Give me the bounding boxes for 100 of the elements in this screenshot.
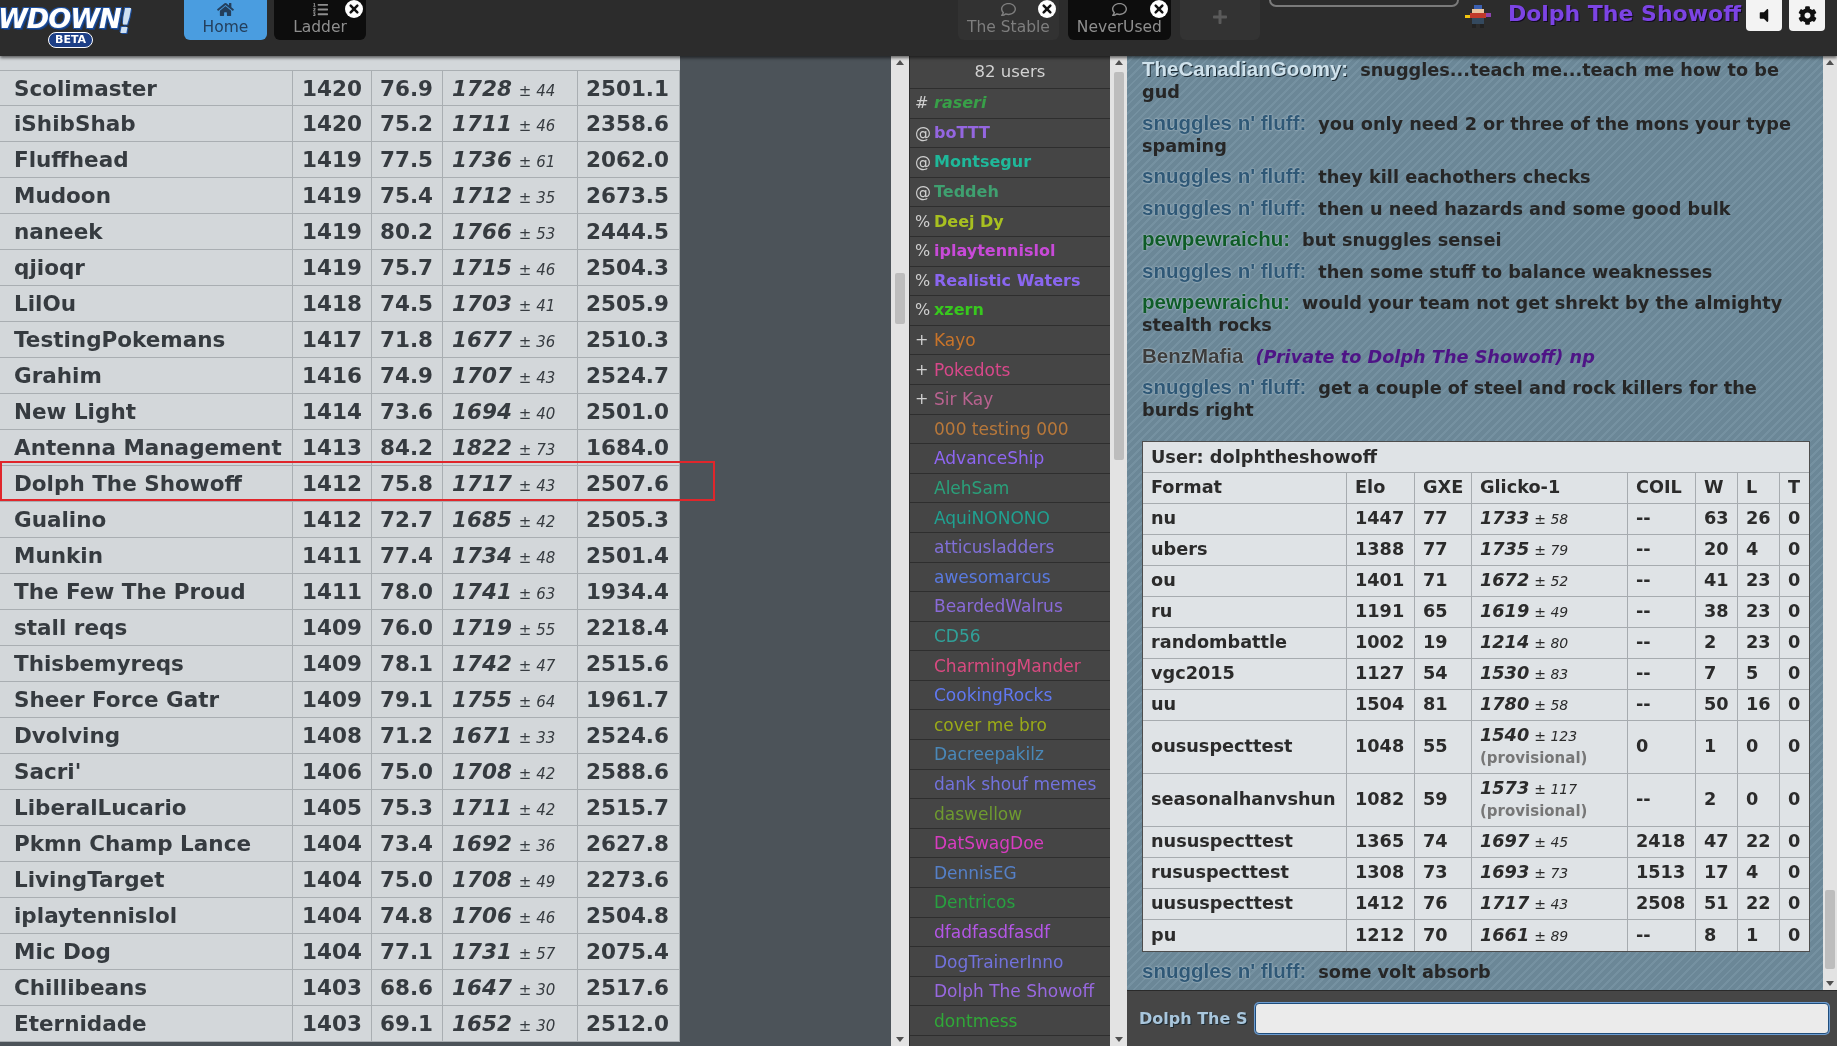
- player-name-cell[interactable]: LilOu: [0, 286, 293, 321]
- player-name-cell[interactable]: LiberalLucario: [0, 790, 293, 825]
- player-name-cell[interactable]: Chillibeans: [0, 970, 293, 1005]
- user-name[interactable]: Kayo: [934, 329, 976, 352]
- player-name-cell[interactable]: iplaytennislol: [0, 898, 293, 933]
- player-name-cell[interactable]: Fluffhead: [0, 142, 293, 177]
- close-icon[interactable]: [1149, 0, 1168, 18]
- player-name-cell[interactable]: naneek: [0, 214, 293, 249]
- logo-wordmark[interactable]: WDOWN: [0, 6, 121, 32]
- player-name-cell[interactable]: Antenna Management: [0, 430, 293, 465]
- scrollbar-thumb[interactable]: [1825, 890, 1835, 969]
- sound-button[interactable]: [1746, 0, 1782, 31]
- chat-username[interactable]: snuggles n' fluff:: [1142, 258, 1307, 282]
- arrow-up-icon[interactable]: [1826, 60, 1834, 65]
- arrow-up-icon[interactable]: [1114, 60, 1123, 65]
- user-name[interactable]: cover me bro: [934, 713, 1047, 736]
- player-name-cell[interactable]: iShibShab: [0, 106, 293, 141]
- table-cell: 1684.0: [578, 430, 680, 465]
- user-name[interactable]: daswellow: [934, 802, 1023, 825]
- user-name[interactable]: BeardedWalrus: [934, 595, 1063, 618]
- player-name-cell[interactable]: New Light: [0, 394, 293, 429]
- chat-username[interactable]: BenzMafia: [1142, 343, 1244, 367]
- player-name-cell[interactable]: Dvolving: [0, 718, 293, 753]
- player-name-cell[interactable]: Sheer Force Gatr: [0, 682, 293, 717]
- close-icon[interactable]: [1037, 0, 1056, 18]
- chat-username[interactable]: snuggles n' fluff:: [1142, 195, 1307, 219]
- room-tab[interactable]: Ladder: [274, 0, 366, 40]
- table-cell: 1412: [293, 502, 372, 537]
- room-tab[interactable]: The Stable: [958, 0, 1059, 40]
- user-name[interactable]: Deej Dy: [934, 210, 1004, 233]
- arrow-down-icon[interactable]: [1114, 1037, 1123, 1042]
- table-cell: 1191: [1347, 596, 1415, 628]
- player-name-cell[interactable]: Grahim: [0, 358, 293, 393]
- settings-button[interactable]: [1789, 0, 1825, 31]
- close-icon[interactable]: [345, 0, 363, 18]
- scrollbar-thumb[interactable]: [895, 273, 905, 324]
- current-username[interactable]: Dolph The Showoff: [1507, 0, 1741, 28]
- chat-username[interactable]: pewpewraichu:: [1142, 227, 1291, 250]
- scrollbar[interactable]: [1110, 56, 1127, 1046]
- user-name[interactable]: AlehSam: [934, 477, 1010, 499]
- chat-username[interactable]: snuggles n' fluff:: [1142, 959, 1307, 982]
- user-name[interactable]: CD56: [934, 625, 981, 647]
- user-name[interactable]: Montsegur: [934, 151, 1032, 174]
- user-name[interactable]: DogTrainerInno: [934, 950, 1064, 973]
- user-name[interactable]: CookingRocks: [934, 684, 1053, 707]
- chat-username[interactable]: snuggles n' fluff:: [1142, 375, 1307, 398]
- scrollbar-thumb[interactable]: [1113, 72, 1124, 460]
- user-name[interactable]: Dolph The Showoff: [934, 980, 1095, 1003]
- chat-username[interactable]: TheCanadianGoomy:: [1142, 57, 1349, 80]
- user-name[interactable]: DatSwagDoe: [934, 832, 1045, 855]
- user-name[interactable]: iplaytennislol: [934, 240, 1056, 263]
- player-name-cell[interactable]: Munkin: [0, 538, 293, 573]
- table-cell: 2524.6: [578, 718, 680, 753]
- player-name-cell[interactable]: Mic Dog: [0, 934, 293, 969]
- player-name-cell[interactable]: stall reqs: [0, 610, 293, 645]
- chat-username[interactable]: snuggles n' fluff:: [1142, 164, 1307, 187]
- user-name[interactable]: boTTT: [934, 121, 990, 144]
- room-tab[interactable]: NeverUsed: [1067, 0, 1171, 40]
- scrollbar[interactable]: [891, 56, 909, 1046]
- user-name[interactable]: dontmess: [934, 1009, 1018, 1032]
- player-name-cell[interactable]: TestingPokemans: [0, 322, 293, 357]
- player-name-cell[interactable]: LivingTarget: [0, 862, 293, 897]
- table-cell: --: [1628, 773, 1696, 827]
- room-tab[interactable]: Home: [184, 0, 267, 40]
- player-name-cell[interactable]: Sacri': [0, 754, 293, 789]
- user-name[interactable]: AdvanceShip: [934, 447, 1045, 470]
- user-name[interactable]: Realistic Waters: [934, 269, 1081, 292]
- player-name-cell[interactable]: Mudoon: [0, 178, 293, 213]
- user-name[interactable]: DennisEG: [934, 861, 1017, 884]
- trainer-sprite-icon[interactable]: [1463, 5, 1492, 28]
- player-name-cell[interactable]: Eternidade: [0, 1006, 293, 1041]
- user-name[interactable]: AquiNONONO: [934, 506, 1050, 529]
- user-name[interactable]: dfadfasdfasdf: [934, 920, 1051, 943]
- user-name[interactable]: Teddeh: [934, 181, 999, 204]
- user-name[interactable]: atticusladders: [934, 536, 1055, 559]
- arrow-up-icon[interactable]: [896, 60, 904, 65]
- user-name[interactable]: Dacreepakilz: [934, 743, 1044, 766]
- arrow-down-icon[interactable]: [1826, 981, 1834, 986]
- user-name[interactable]: xzern: [934, 299, 984, 322]
- user-name[interactable]: Pokedots: [934, 358, 1011, 381]
- chat-username[interactable]: pewpewraichu:: [1142, 290, 1291, 313]
- player-name-cell[interactable]: Pkmn Champ Lance: [0, 826, 293, 861]
- player-name-cell[interactable]: Thisbemyreqs: [0, 646, 293, 681]
- user-name[interactable]: 000 testing 000: [934, 417, 1069, 440]
- player-name-cell[interactable]: qjioqr: [0, 250, 293, 285]
- player-name-cell[interactable]: Scolimaster: [0, 71, 293, 105]
- user-name[interactable]: awesomarcus: [934, 565, 1051, 588]
- player-name-cell[interactable]: The Few The Proud: [0, 574, 293, 609]
- player-name-cell[interactable]: Gualino: [0, 502, 293, 537]
- chat-username[interactable]: snuggles n' fluff:: [1142, 110, 1307, 134]
- user-name[interactable]: dank shouf memes: [934, 772, 1097, 795]
- user-name[interactable]: CharmingMander: [934, 654, 1081, 677]
- user-name[interactable]: Dentricos: [934, 891, 1016, 914]
- table-cell: 22: [1738, 826, 1780, 858]
- player-name-cell[interactable]: Dolph The Showoff: [0, 466, 293, 501]
- user-name[interactable]: Sir Kay: [934, 388, 994, 411]
- arrow-down-icon[interactable]: [896, 1037, 904, 1042]
- scrollbar[interactable]: [1823, 56, 1837, 990]
- user-name[interactable]: raseri: [934, 92, 987, 115]
- chat-input[interactable]: [1255, 1003, 1829, 1034]
